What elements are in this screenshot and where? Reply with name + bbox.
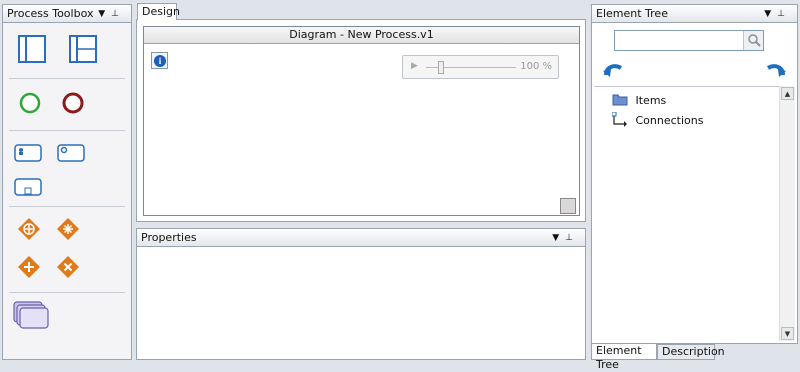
info-glyph: i: [154, 55, 166, 67]
tree-scrollbar[interactable]: ▲ ▼: [779, 86, 795, 341]
inclusive-gateway-icon[interactable]: [17, 255, 41, 279]
dropdown-icon[interactable]: ▼: [552, 233, 565, 243]
panel-buttons: ▼⊥: [552, 230, 579, 247]
tab-element-tree[interactable]: Element Tree: [591, 344, 657, 371]
tree-item-label: Connections: [635, 114, 704, 127]
pin-icon[interactable]: ⊥: [565, 233, 579, 243]
diagram-canvas[interactable]: Diagram - New Process.v1 i ▶ 100 %: [143, 26, 580, 216]
panel-title: Properties: [141, 231, 197, 244]
subprocess-icon[interactable]: [14, 177, 42, 197]
zoom-level: 100 %: [520, 61, 552, 72]
event-gateway-icon[interactable]: [56, 255, 80, 279]
dropdown-icon[interactable]: ▼: [98, 9, 111, 19]
scroll-down-button[interactable]: ▼: [781, 327, 794, 340]
redo-arrow-icon[interactable]: [765, 61, 787, 79]
properties-panel: Properties ▼⊥: [136, 228, 586, 360]
toolbox-group-pools: [9, 23, 125, 79]
start-event-icon[interactable]: [18, 91, 42, 115]
dropdown-icon[interactable]: ▼: [764, 9, 777, 19]
zoom-control: ▶ 100 %: [402, 55, 559, 79]
info-icon[interactable]: i: [151, 52, 168, 69]
user-task-icon[interactable]: [14, 143, 42, 163]
search-button[interactable]: [743, 31, 763, 50]
end-event-icon[interactable]: [61, 91, 85, 115]
element-tree-panel: Element Tree ▼⊥ Items Connections ▲ ▼: [591, 4, 798, 344]
pool-horizontal-icon[interactable]: [18, 35, 46, 63]
search-icon: [748, 34, 761, 47]
undo-arrow-icon[interactable]: [602, 61, 624, 79]
parallel-gateway-icon[interactable]: [17, 217, 41, 241]
folder-icon: [612, 94, 628, 106]
diagram-title: Diagram - New Process.v1: [144, 27, 579, 44]
connector-icon: [611, 111, 627, 127]
toolbox-group-tasks: [9, 131, 125, 207]
zoom-slider-thumb[interactable]: [438, 61, 444, 74]
pin-icon[interactable]: ⊥: [111, 9, 125, 19]
process-toolbox-header: Process Toolbox ▼⊥: [3, 5, 131, 23]
tree-item-items[interactable]: Items: [612, 93, 666, 107]
tree-item-connections[interactable]: Connections: [611, 111, 704, 128]
properties-header: Properties ▼⊥: [137, 229, 585, 247]
tree-item-label: Items: [635, 94, 667, 107]
panel-title: Process Toolbox: [7, 7, 94, 20]
toolbox-group-gateways: [9, 207, 125, 293]
element-tree-header: Element Tree ▼⊥: [592, 5, 797, 23]
design-panel: Diagram - New Process.v1 i ▶ 100 %: [136, 19, 586, 222]
search-input[interactable]: [614, 30, 764, 51]
service-task-icon[interactable]: [57, 143, 85, 163]
element-tree-list: Items Connections: [594, 86, 780, 341]
complex-gateway-icon[interactable]: [56, 217, 80, 241]
process-toolbox-panel: Process Toolbox ▼⊥: [2, 4, 132, 360]
panel-buttons: ▼⊥: [764, 6, 791, 23]
toolbox-group-misc: [9, 293, 125, 343]
stacked-pages-icon[interactable]: [13, 301, 49, 331]
pin-icon[interactable]: ⊥: [777, 9, 791, 19]
panel-title: Element Tree: [596, 7, 668, 20]
tab-description[interactable]: Description: [657, 344, 725, 360]
toolbox-group-events: [9, 79, 125, 131]
pool-lanes-icon[interactable]: [69, 35, 97, 63]
overview-toggle-button[interactable]: [560, 198, 576, 214]
tab-design[interactable]: Design: [137, 3, 180, 20]
panel-buttons: ▼⊥: [98, 6, 125, 23]
scroll-up-button[interactable]: ▲: [781, 87, 794, 100]
play-icon[interactable]: ▶: [411, 61, 418, 71]
